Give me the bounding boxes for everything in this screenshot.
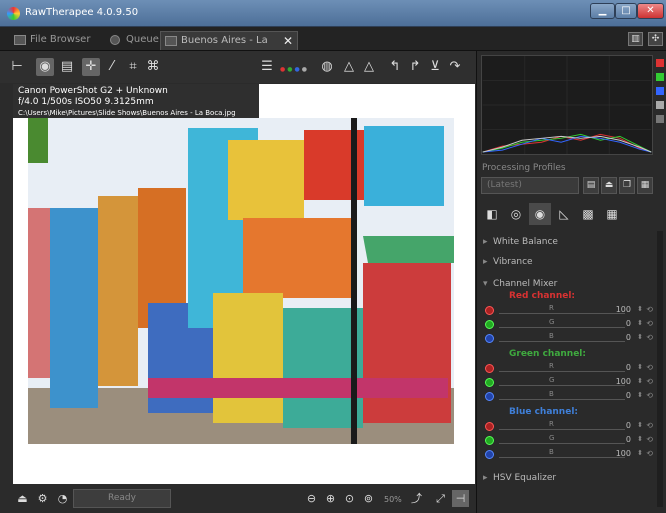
green-b-slider[interactable]: B 0 ⬍ ⟲ bbox=[485, 390, 653, 403]
blue-b-slider[interactable]: B 100 ⬍ ⟲ bbox=[485, 448, 653, 461]
queue-add-icon[interactable]: ⚙ bbox=[34, 490, 51, 507]
new-detail-window-icon[interactable]: ⤴ bbox=[408, 490, 425, 507]
zoom-fit-icon[interactable]: ⊙ bbox=[341, 490, 358, 507]
hide-left-panel-icon[interactable]: ⊢ bbox=[8, 58, 26, 76]
channel-dots[interactable]: ●●●● bbox=[280, 66, 309, 73]
exif-info-overlay: Canon PowerShot G2 + Unknown f/4.0 1/500… bbox=[13, 84, 259, 118]
tab-transform-icon[interactable]: ◺ bbox=[553, 203, 575, 225]
red-b-slider[interactable]: B 0 ⬍ ⟲ bbox=[485, 332, 653, 345]
monitor-icon[interactable]: ▥ bbox=[628, 32, 643, 46]
folder-icon bbox=[14, 35, 26, 45]
tab-queue-label: Queue bbox=[126, 34, 159, 45]
crop-icon[interactable]: ⌗ bbox=[124, 58, 142, 76]
profile-load-icon[interactable]: ▤ bbox=[583, 177, 599, 194]
histogram-blue-toggle[interactable] bbox=[656, 87, 664, 95]
histogram-red-toggle[interactable] bbox=[656, 59, 664, 67]
profile-copy-icon[interactable]: ❐ bbox=[619, 177, 635, 194]
tab-color-icon[interactable]: ◉ bbox=[529, 203, 551, 225]
file-path: C:\Users\Mike\Pictures\Slide Shows\Bueno… bbox=[18, 109, 236, 117]
red-r-slider[interactable]: R 100 ⬍ ⟲ bbox=[485, 304, 653, 317]
blue-dot-icon bbox=[485, 392, 494, 401]
zoom-out-icon[interactable]: ⊖ bbox=[303, 490, 320, 507]
profile-save-icon[interactable]: ⏏ bbox=[601, 177, 617, 194]
title-bar: RawTherapee 4.0.9.50 ▁ □ ✕ bbox=[0, 0, 666, 27]
red-dot-icon bbox=[485, 422, 494, 431]
red-g-slider[interactable]: G 0 ⬍ ⟲ bbox=[485, 318, 653, 331]
tab-metadata-icon[interactable]: ▦ bbox=[601, 203, 623, 225]
before-after-icon[interactable]: ▤ bbox=[58, 58, 76, 76]
blue-dot-icon bbox=[485, 334, 494, 343]
profile-paste-icon[interactable]: ▦ bbox=[637, 177, 653, 194]
white-balance-picker-icon[interactable]: ⁄ bbox=[103, 58, 121, 76]
rotate-right-icon[interactable]: ↱ bbox=[406, 58, 424, 76]
section-vibrance[interactable]: ▸ Vibrance bbox=[483, 257, 533, 267]
right-panel: Processing Profiles (Latest) ▤ ⏏ ❐ ▦ ◧ ◎… bbox=[476, 51, 666, 513]
channel-view-icon[interactable]: ☰ bbox=[258, 58, 276, 76]
zoom-100-icon[interactable]: ⊚ bbox=[360, 490, 377, 507]
histogram-raw-toggle[interactable] bbox=[656, 115, 664, 123]
green-dot-icon bbox=[485, 378, 494, 387]
flip-horizontal-icon[interactable]: ⊻ bbox=[426, 58, 444, 76]
tab-detail-icon[interactable]: ◎ bbox=[505, 203, 527, 225]
close-window-button[interactable]: ✕ bbox=[637, 3, 664, 19]
photo-la-boca bbox=[28, 118, 454, 444]
fullscreen-toggle-icon[interactable]: ⤢ bbox=[432, 490, 449, 507]
hand-tool-icon[interactable]: ✛ bbox=[82, 58, 100, 76]
status-ready: Ready bbox=[73, 489, 171, 508]
tools-scrollbar[interactable] bbox=[657, 231, 663, 507]
blue-channel-label: Blue channel: bbox=[509, 407, 579, 417]
app-logo-icon bbox=[7, 7, 20, 20]
blue-g-slider[interactable]: G 0 ⬍ ⟲ bbox=[485, 434, 653, 447]
histogram-luminance-toggle[interactable] bbox=[656, 101, 664, 109]
rotate-left-icon[interactable]: ↰ bbox=[386, 58, 404, 76]
zoom-level: 50% bbox=[384, 495, 402, 504]
gears-icon bbox=[110, 35, 120, 45]
window-title: RawTherapee 4.0.9.50 bbox=[25, 7, 139, 18]
highlight-clip-warning-icon[interactable]: △ bbox=[360, 58, 378, 76]
histogram bbox=[481, 55, 653, 155]
tab-raw-icon[interactable]: ▩ bbox=[577, 203, 599, 225]
hide-right-panel-icon[interactable]: ⊣ bbox=[452, 490, 469, 507]
red-dot-icon bbox=[485, 306, 494, 315]
exposure-info: f/4.0 1/500s ISO50 9.3125mm bbox=[18, 97, 154, 107]
bottom-bar: ⏏ ⚙ ◔ Ready ⊖ ⊕ ⊙ ⊚ 50% ⤴ ⤢ ⊣ bbox=[0, 484, 476, 513]
zoom-in-icon[interactable]: ⊕ bbox=[322, 490, 339, 507]
send-to-editor-icon[interactable]: ◔ bbox=[54, 490, 71, 507]
image-icon bbox=[165, 36, 177, 46]
blue-dot-icon bbox=[485, 450, 494, 459]
green-dot-icon bbox=[485, 320, 494, 329]
tab-exposure-icon[interactable]: ◧ bbox=[481, 203, 503, 225]
tab-file-browser[interactable]: File Browser (194) bbox=[10, 31, 106, 63]
close-tab-icon[interactable]: ✕ bbox=[283, 32, 293, 50]
histogram-green-toggle[interactable] bbox=[656, 73, 664, 81]
red-dot-icon bbox=[485, 364, 494, 373]
section-channel-mixer[interactable]: ▾ Channel Mixer bbox=[483, 279, 557, 289]
tab-bar: File Browser (194) Queue Buenos Aires - … bbox=[0, 27, 666, 64]
green-g-slider[interactable]: G 100 ⬍ ⟲ bbox=[485, 376, 653, 389]
processing-profiles-title: Processing Profiles bbox=[482, 163, 566, 173]
shadow-clip-warning-icon[interactable]: △ bbox=[340, 58, 358, 76]
tool-tabs: ◧ ◎ ◉ ◺ ▩ ▦ bbox=[481, 201, 631, 227]
tab-queue[interactable]: Queue bbox=[106, 31, 159, 50]
green-r-slider[interactable]: R 0 ⬍ ⟲ bbox=[485, 362, 653, 375]
maximize-button[interactable]: □ bbox=[615, 3, 637, 19]
green-channel-label: Green channel: bbox=[509, 349, 586, 359]
blue-r-slider[interactable]: R 0 ⬍ ⟲ bbox=[485, 420, 653, 433]
tab-editor[interactable]: Buenos Aires - La Boca.jpg ✕ bbox=[160, 31, 298, 64]
editor-toolbar: ⊢ ◉ ▤ ✛ ⁄ ⌗ ⌘ ☰ ●●●● ◍ △ △ ↰ ↱ ⊻ ↷ bbox=[0, 51, 476, 83]
green-dot-icon bbox=[485, 436, 494, 445]
save-icon[interactable]: ⏏ bbox=[14, 490, 31, 507]
red-channel-label: Red channel: bbox=[509, 291, 576, 301]
section-white-balance[interactable]: ▸ White Balance bbox=[483, 237, 558, 247]
focus-mask-icon[interactable]: ◍ bbox=[318, 58, 336, 76]
straighten-icon[interactable]: ⌘ bbox=[144, 58, 162, 76]
flip-vertical-icon[interactable]: ↷ bbox=[446, 58, 464, 76]
minimize-button[interactable]: ▁ bbox=[590, 3, 615, 19]
preview-icon[interactable]: ◉ bbox=[36, 58, 54, 76]
fullscreen-icon[interactable]: ✣ bbox=[648, 32, 663, 46]
profile-select[interactable]: (Latest) bbox=[481, 177, 579, 194]
camera-model: Canon PowerShot G2 + Unknown bbox=[18, 86, 168, 96]
section-hsv-equalizer[interactable]: ▸ HSV Equalizer bbox=[483, 473, 556, 483]
